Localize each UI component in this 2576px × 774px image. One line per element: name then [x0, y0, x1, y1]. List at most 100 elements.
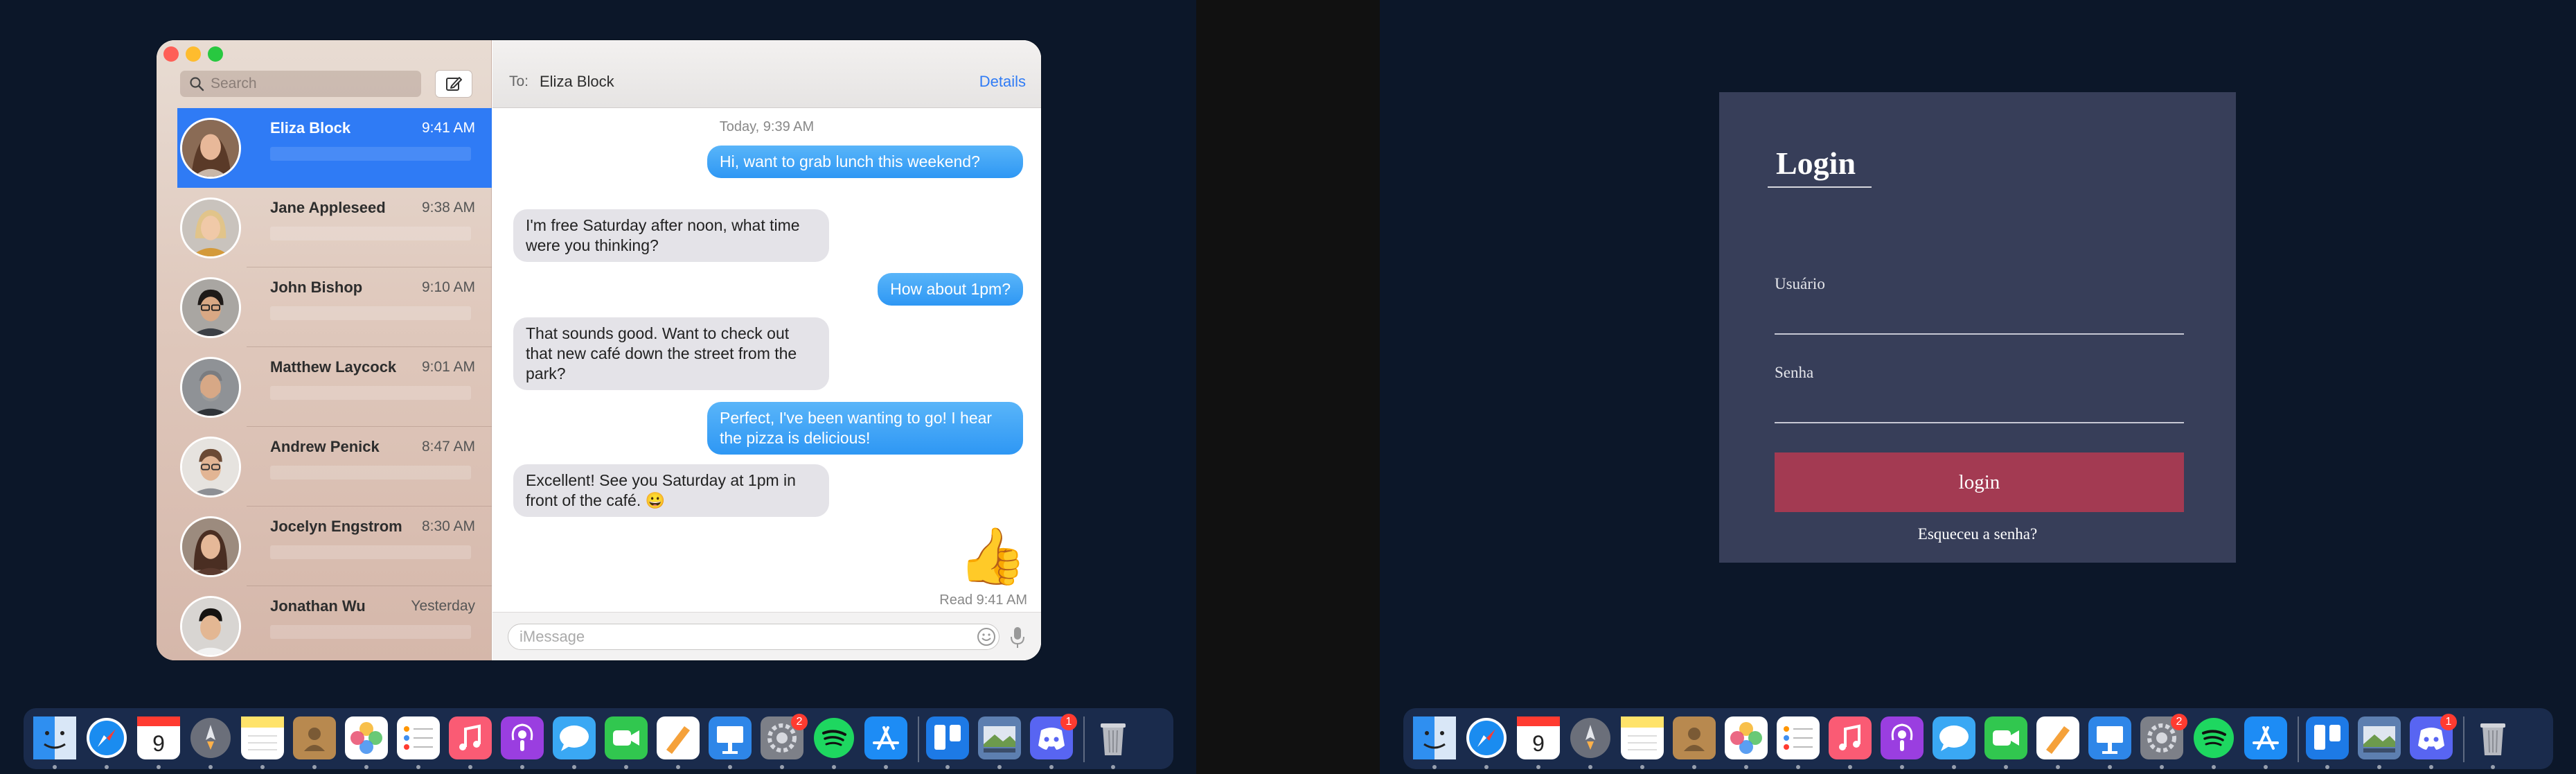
conversation-time: 9:38 AM [421, 200, 475, 216]
notes-icon[interactable] [1621, 716, 1664, 769]
message-bubble-received[interactable]: I'm free Saturday after noon, what time … [513, 209, 829, 262]
running-indicator [364, 765, 368, 769]
keynote-icon[interactable] [2088, 716, 2131, 769]
finder-icon[interactable] [33, 716, 76, 769]
left-desktop: Eliza Block 9:41 AM Jane Appleseed 9:38 … [0, 0, 1196, 774]
running-indicator [884, 765, 888, 769]
discord-icon[interactable]: 1 [1030, 714, 1077, 769]
message-bubble-received[interactable]: Excellent! See you Saturday at 1pm in fr… [513, 464, 829, 517]
notification-badge: 2 [2171, 714, 2187, 730]
running-indicator [105, 765, 109, 769]
conversation-item-jane-appleseed[interactable]: Jane Appleseed 9:38 AM [177, 188, 492, 267]
close-window-button[interactable] [163, 46, 179, 62]
emoji-icon[interactable] [976, 626, 997, 647]
running-indicator [1796, 765, 1800, 769]
image-capture-icon[interactable] [2358, 716, 2401, 769]
system-preferences-icon[interactable]: 2 [2140, 714, 2187, 769]
contacts-icon[interactable] [1673, 716, 1716, 769]
spotify-icon[interactable] [812, 716, 855, 769]
maximize-window-button[interactable] [208, 46, 223, 62]
reminders-icon[interactable] [397, 716, 440, 769]
search-box[interactable] [180, 71, 421, 97]
message-bubble-sent[interactable]: Perfect, I've been wanting to go! I hear… [707, 402, 1023, 455]
recipient-name[interactable]: Eliza Block [540, 73, 614, 91]
conversation-preview [270, 306, 471, 320]
launchpad-icon[interactable] [189, 716, 232, 769]
pages-icon[interactable] [657, 716, 700, 769]
reminders-icon[interactable] [1777, 716, 1820, 769]
running-indicator [832, 765, 836, 769]
running-indicator [2325, 765, 2329, 769]
system-preferences-icon[interactable]: 2 [761, 714, 808, 769]
compose-button[interactable] [435, 70, 472, 98]
safari-icon[interactable] [85, 716, 128, 769]
podcasts-icon[interactable] [1881, 716, 1924, 769]
messages-icon[interactable] [1933, 716, 1975, 769]
conversation-time: 8:30 AM [421, 518, 475, 534]
conversation-preview [270, 625, 471, 639]
running-indicator [1049, 765, 1054, 769]
calendar-icon[interactable]: 9 [1517, 716, 1560, 769]
notes-icon[interactable] [241, 716, 284, 769]
chat-header: To: Eliza Block Details [492, 40, 1041, 108]
conversation-item-jocelyn-engstrom[interactable]: Jocelyn Engstrom 8:30 AM [177, 507, 492, 586]
facetime-icon[interactable] [605, 716, 648, 769]
photos-icon[interactable] [1725, 716, 1768, 769]
image-capture-icon[interactable] [978, 716, 1021, 769]
message-bubble-sent[interactable]: How about 1pm? [878, 273, 1023, 306]
conversation-item-andrew-penick[interactable]: Andrew Penick 8:47 AM [177, 427, 492, 507]
music-icon[interactable] [449, 716, 492, 769]
safari-icon[interactable] [1465, 716, 1508, 769]
calendar-icon[interactable]: 9 [137, 716, 180, 769]
running-indicator [1952, 765, 1956, 769]
svg-text:9: 9 [1532, 731, 1545, 756]
forgot-password-link[interactable]: Esqueceu a senha? [1719, 525, 2236, 543]
discord-icon[interactable]: 1 [2410, 714, 2457, 769]
message-bubble-sent[interactable]: Hi, want to grab lunch this weekend? [707, 146, 1023, 178]
facetime-icon[interactable] [1984, 716, 2027, 769]
running-indicator [1536, 765, 1540, 769]
trello-icon[interactable] [926, 716, 969, 769]
spotify-icon[interactable] [2192, 716, 2235, 769]
launchpad-icon[interactable] [1569, 716, 1612, 769]
running-indicator [2056, 765, 2060, 769]
messages-icon[interactable] [553, 716, 596, 769]
details-button[interactable]: Details [979, 73, 1026, 91]
trello-icon[interactable] [2306, 716, 2349, 769]
conversation-item-matthew-laycock[interactable]: Matthew Laycock 9:01 AM [177, 347, 492, 427]
pages-icon[interactable] [2036, 716, 2079, 769]
search-input[interactable] [211, 76, 411, 92]
password-input[interactable] [1775, 393, 2184, 423]
finder-icon[interactable] [1413, 716, 1456, 769]
conversation-item-eliza-block[interactable]: Eliza Block 9:41 AM [177, 108, 492, 188]
running-indicator [260, 765, 265, 769]
conversation-item-jonathan-wu[interactable]: Jonathan Wu Yesterday [177, 586, 492, 660]
username-input[interactable] [1775, 304, 2184, 335]
microphone-icon[interactable] [1009, 626, 1026, 649]
dock-separator [2298, 716, 2299, 762]
avatar [180, 596, 241, 657]
contacts-icon[interactable] [293, 716, 336, 769]
photos-icon[interactable] [345, 716, 388, 769]
music-icon[interactable] [1829, 716, 1872, 769]
running-indicator [2491, 765, 2495, 769]
notification-badge: 1 [2440, 714, 2457, 730]
conversation-item-john-bishop[interactable]: John Bishop 9:10 AM [177, 267, 492, 347]
running-indicator [53, 765, 57, 769]
read-receipt: Read 9:41 AM [939, 592, 1027, 608]
imessage-input[interactable] [508, 624, 1000, 650]
app-store-icon[interactable] [2244, 716, 2287, 769]
conversation-name: Andrew Penick [270, 438, 380, 455]
to-label: To: [509, 73, 529, 89]
trash-icon[interactable] [2471, 716, 2514, 769]
keynote-icon[interactable] [709, 716, 752, 769]
minimize-window-button[interactable] [186, 46, 201, 62]
thumbs-up-emoji[interactable]: 👍 [958, 525, 1027, 588]
podcasts-icon[interactable] [501, 716, 544, 769]
day-timestamp: Today, 9:39 AM [719, 119, 815, 134]
login-button[interactable]: login [1775, 452, 2184, 512]
trash-icon[interactable] [1092, 716, 1135, 769]
conversation-preview [270, 466, 471, 480]
message-bubble-received[interactable]: That sounds good. Want to check out that… [513, 317, 829, 390]
app-store-icon[interactable] [864, 716, 907, 769]
